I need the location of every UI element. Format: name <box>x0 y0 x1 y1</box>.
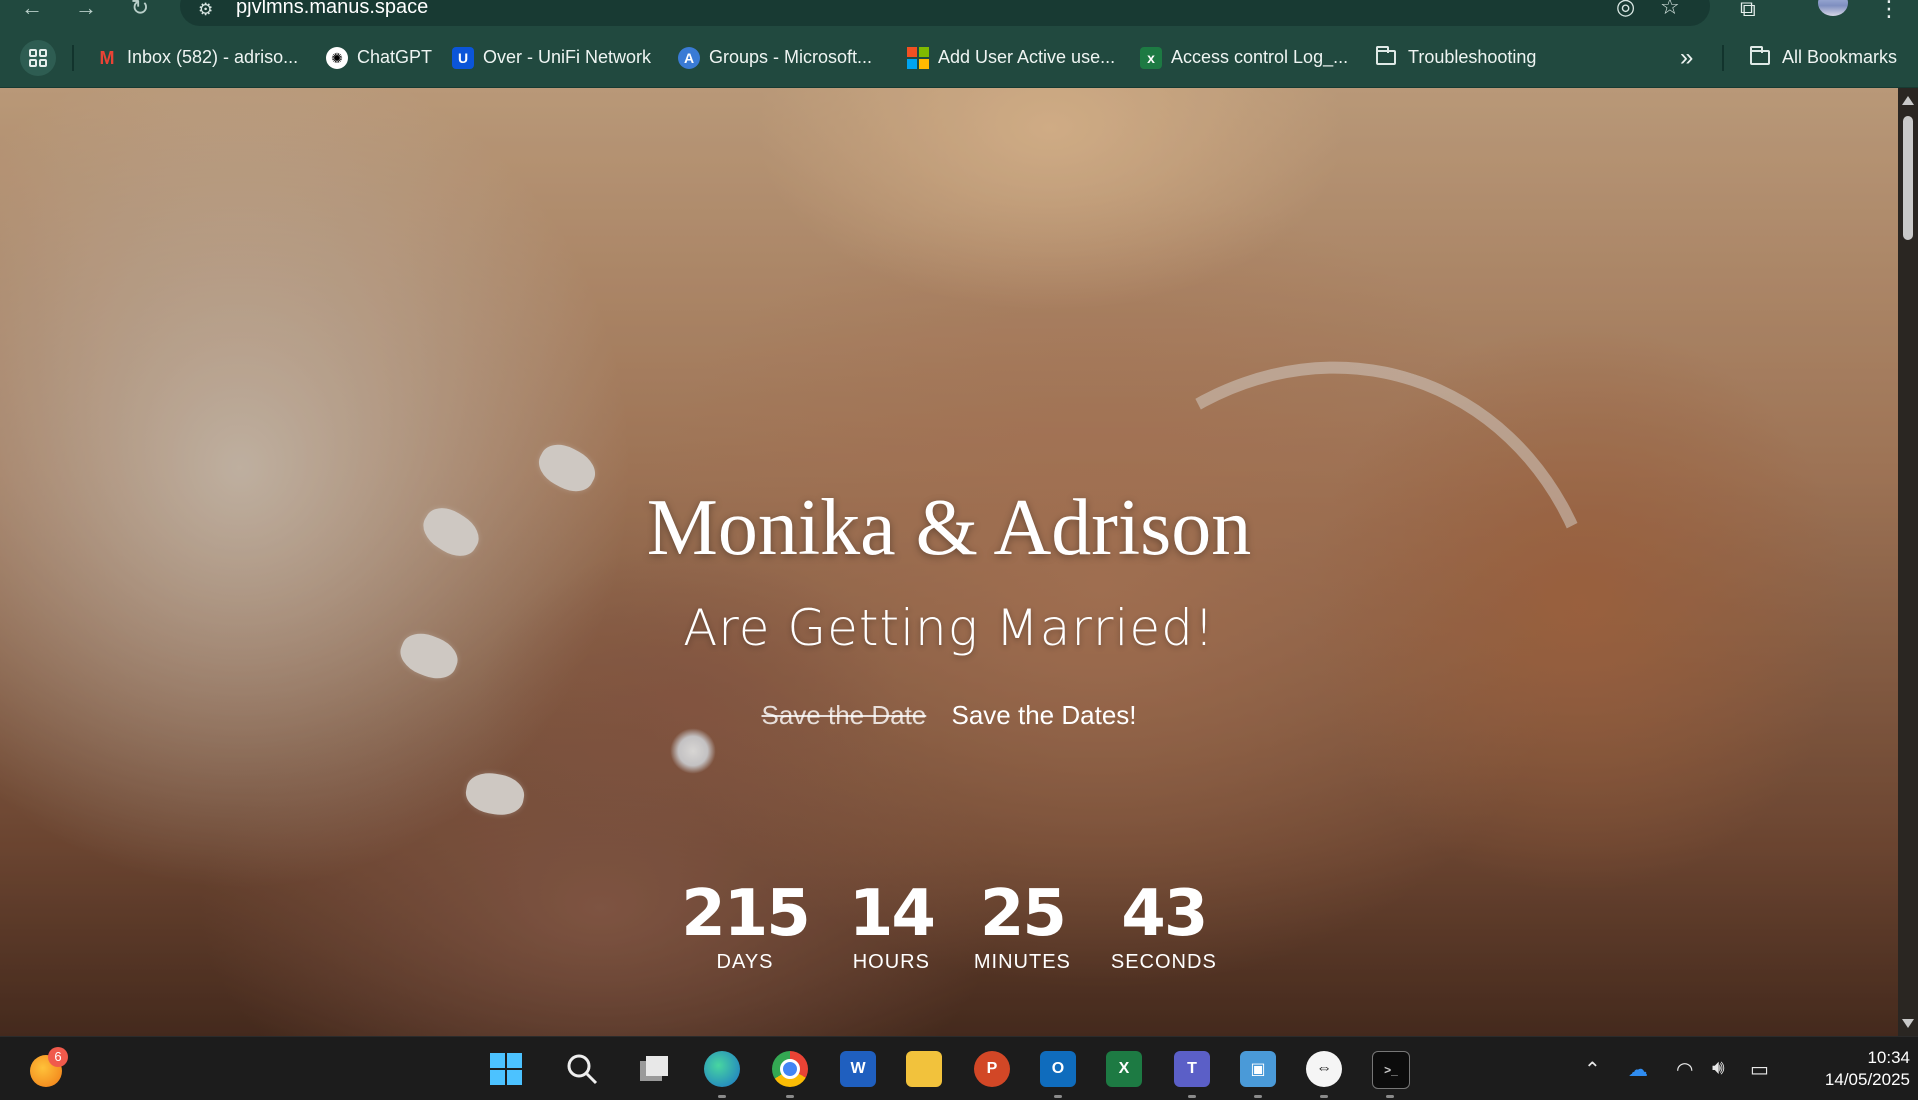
seconds-label: SECONDS <box>1110 951 1217 973</box>
site-info-icon[interactable]: ⚙ <box>198 0 213 20</box>
remote-desktop-icon[interactable]: ▣ <box>1240 1051 1276 1087</box>
countdown-seconds: 43 SECONDS <box>1111 878 1217 974</box>
address-bar[interactable]: ⚙ pjvlmns.manus.space ◎ ☆ <box>180 0 1710 26</box>
microsoft-icon <box>907 46 929 69</box>
page-scrollbar[interactable] <box>1898 88 1918 1036</box>
bookmark-access-control[interactable]: x Access control Log_... <box>1140 28 1348 87</box>
teamviewer-icon[interactable]: ⇔ <box>1306 1051 1342 1087</box>
scroll-thumb[interactable] <box>1903 116 1913 240</box>
azure-icon: A <box>678 46 700 69</box>
days-value: 215 <box>681 877 811 951</box>
running-indicator <box>786 1095 794 1098</box>
unifi-icon: U <box>452 46 474 69</box>
running-indicator <box>1320 1095 1328 1098</box>
clock-date: 14/05/2025 <box>1824 1070 1910 1089</box>
bookmark-troubleshooting[interactable]: Troubleshooting <box>1376 28 1536 87</box>
hero-subtitle: Are Getting Married! <box>683 599 1215 657</box>
bookmark-label: Add User Active use... <box>938 47 1116 67</box>
countdown-minutes: 25 MINUTES <box>974 878 1071 974</box>
apps-grid-icon[interactable] <box>20 40 56 76</box>
taskbar: 6 W P O X T ▣ ⇔ >_ ⌃ ☁ ◠ 🔊︎ ▭ 10:34 14/0… <box>0 1036 1918 1100</box>
hero-section: Monika & Adrison Are Getting Married! Sa… <box>0 88 1898 1036</box>
start-icon[interactable] <box>488 1051 524 1087</box>
file-explorer-icon[interactable] <box>906 1051 942 1087</box>
bookmark-label: ChatGPT <box>357 47 433 67</box>
hero-background: Monika & Adrison Are Getting Married! Sa… <box>0 88 1898 1036</box>
outlook-icon[interactable]: O <box>1040 1051 1076 1087</box>
back-icon[interactable]: ← <box>18 0 46 22</box>
word-icon[interactable]: W <box>840 1051 876 1087</box>
browser-toolbar: ← → ↻ ⚙ pjvlmns.manus.space ◎ ☆ ⧉ ⋮ <box>0 0 1918 28</box>
bookmark-label: Access control Log_... <box>1171 47 1349 67</box>
bookmark-gmail[interactable]: M Inbox (582) - adriso... <box>96 28 299 87</box>
minutes-value: 25 <box>979 877 1067 951</box>
url-text[interactable]: pjvlmns.manus.space <box>236 0 428 19</box>
powerpoint-icon[interactable]: P <box>974 1051 1010 1087</box>
bookmarks-divider <box>72 45 74 71</box>
minutes-label: MINUTES <box>973 951 1071 973</box>
days-label: DAYS <box>716 951 774 973</box>
bookmarks-divider <box>1722 45 1724 71</box>
save-the-date-old: Save the Date <box>761 700 927 730</box>
excel-icon: x <box>1140 46 1162 69</box>
all-bookmarks-button[interactable]: All Bookmarks <box>1750 28 1897 87</box>
folder-icon <box>1376 46 1396 65</box>
wifi-icon[interactable]: ◠ <box>1676 1057 1693 1082</box>
chevron-up-icon[interactable]: ⌃ <box>1584 1057 1601 1082</box>
folder-icon <box>1750 46 1770 65</box>
extensions-icon[interactable]: ⧉ <box>1740 0 1756 22</box>
menu-icon[interactable]: ⋮ <box>1878 0 1900 22</box>
hours-value: 14 <box>848 877 936 951</box>
clock[interactable]: 10:34 14/05/2025 <box>1790 1047 1910 1091</box>
chatgpt-icon: ✺ <box>326 46 348 69</box>
hours-label: HOURS <box>852 951 930 973</box>
seconds-value: 43 <box>1121 877 1208 951</box>
search-icon[interactable] <box>564 1051 600 1087</box>
reload-icon[interactable]: ↻ <box>126 0 154 22</box>
bookmark-add-user[interactable]: Add User Active use... <box>907 28 1115 87</box>
running-indicator <box>1254 1095 1262 1098</box>
bookmark-chatgpt[interactable]: ✺ ChatGPT <box>326 28 432 87</box>
running-indicator <box>1386 1095 1394 1098</box>
running-indicator <box>1054 1095 1062 1098</box>
bookmark-unifi[interactable]: U Over - UniFi Network <box>452 28 651 87</box>
chrome-icon[interactable] <box>772 1051 808 1087</box>
terminal-icon[interactable]: >_ <box>1372 1051 1410 1089</box>
edge-icon[interactable] <box>704 1051 740 1087</box>
couple-names: Monika & Adrison <box>646 484 1252 572</box>
save-the-dates: Save the Dates! <box>951 700 1137 730</box>
save-the-date-row: Save the Date Save the Dates! <box>0 698 1898 732</box>
forward-icon[interactable]: → <box>72 0 100 22</box>
volume-icon[interactable]: 🔊︎ <box>1712 1057 1725 1080</box>
countdown: 215 DAYS 14 HOURS 25 MINUTES 43 SECONDS <box>0 878 1898 974</box>
eye-off-icon[interactable]: ◎ <box>1616 0 1635 20</box>
clock-time: 10:34 <box>1867 1048 1910 1067</box>
profile-avatar[interactable] <box>1818 0 1848 16</box>
bookmarks-bar: M Inbox (582) - adriso... ✺ ChatGPT U Ov… <box>0 28 1918 88</box>
bookmark-label: Groups - Microsoft... <box>709 47 873 67</box>
scroll-down-icon[interactable] <box>1902 1019 1914 1028</box>
excel-icon[interactable]: X <box>1106 1051 1142 1087</box>
bookmark-star-icon[interactable]: ☆ <box>1660 0 1680 20</box>
bookmark-groups[interactable]: A Groups - Microsoft... <box>678 28 872 87</box>
countdown-days: 215 DAYS <box>681 877 811 974</box>
bookmark-label: Troubleshooting <box>1408 47 1537 67</box>
task-view-icon[interactable] <box>636 1051 672 1087</box>
gmail-icon: M <box>99 47 115 68</box>
running-indicator <box>718 1095 726 1098</box>
bookmark-label: Over - UniFi Network <box>483 47 652 67</box>
all-bookmarks-label: All Bookmarks <box>1782 47 1898 67</box>
countdown-hours: 14 HOURS <box>848 877 936 974</box>
bookmark-label: Inbox (582) - adriso... <box>127 47 299 67</box>
running-indicator <box>1188 1095 1196 1098</box>
bookmarks-overflow-button[interactable]: » <box>1680 28 1693 87</box>
widget-badge: 6 <box>48 1047 68 1067</box>
battery-icon[interactable]: ▭ <box>1750 1057 1769 1082</box>
teams-icon[interactable]: T <box>1174 1051 1210 1087</box>
onedrive-icon[interactable]: ☁ <box>1628 1057 1648 1082</box>
scroll-up-icon[interactable] <box>1902 96 1914 105</box>
